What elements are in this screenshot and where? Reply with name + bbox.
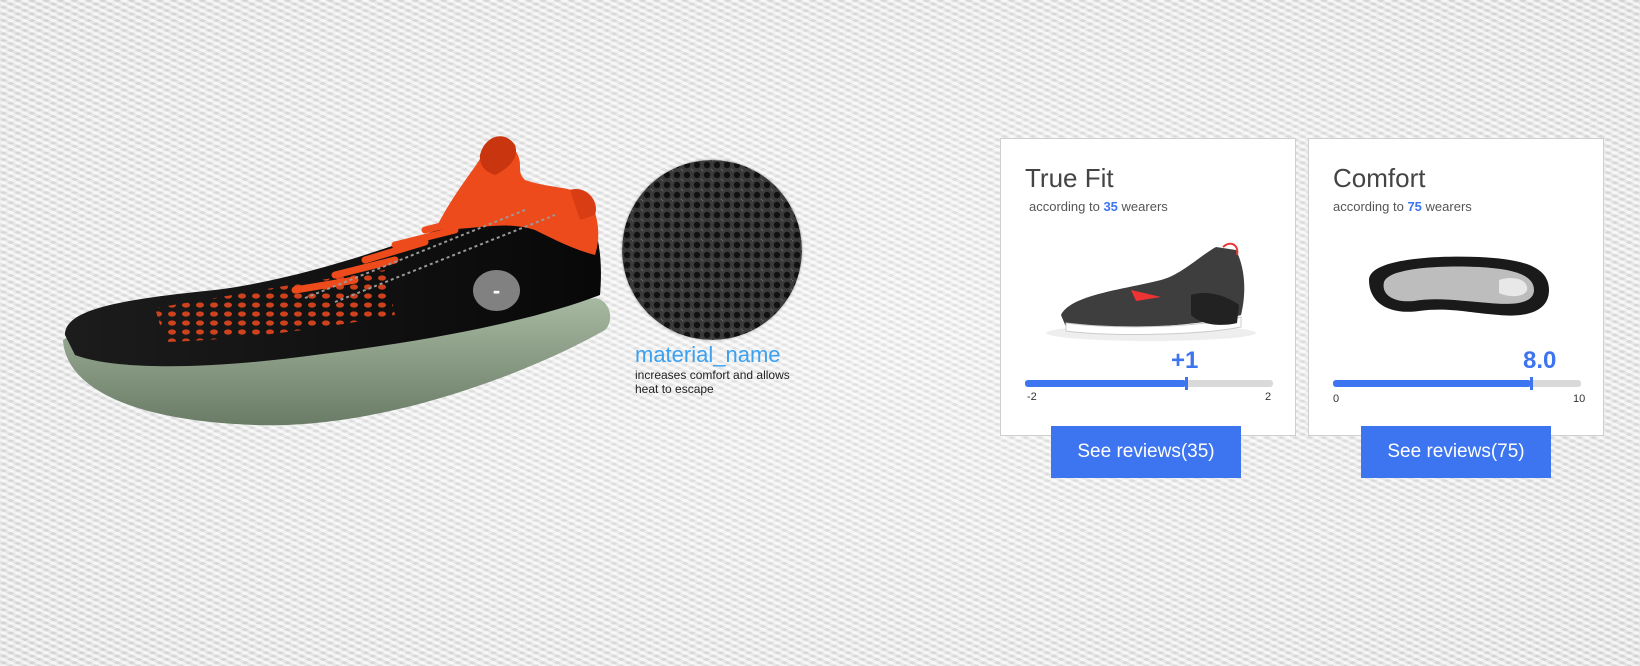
true-fit-card: True Fit according to 35 wearers +1 -2 2: [1000, 138, 1296, 436]
material-swatch: [622, 160, 802, 340]
side-view-sneaker-image: [1046, 242, 1256, 341]
material-description: increases comfort and allows heat to esc…: [635, 368, 790, 396]
slider-thumb: [1530, 377, 1534, 390]
card-subtitle: according to 35 wearers: [1029, 199, 1168, 214]
slider-max-label: 2: [1265, 391, 1272, 403]
comfort-slider: [1333, 377, 1581, 390]
see-reviews-comfort-button[interactable]: See reviews(75): [1361, 426, 1551, 478]
card-title: Comfort: [1333, 163, 1426, 193]
slider-fill: [1025, 380, 1187, 387]
material-name-link[interactable]: material_name: [635, 342, 781, 368]
slider-thumb: [1185, 377, 1189, 390]
slider-min-label: 0: [1333, 393, 1340, 405]
true-fit-score: +1: [1171, 347, 1199, 374]
slider-max-label: 10: [1573, 393, 1586, 405]
card-title: True Fit: [1025, 163, 1114, 193]
wearer-count: 35: [1103, 199, 1118, 214]
sole-view-sneaker-image: [1369, 256, 1549, 316]
true-fit-slider: [1025, 377, 1273, 390]
slider-fill: [1333, 380, 1532, 387]
card-subtitle: according to 75 wearers: [1333, 199, 1472, 214]
see-reviews-true-fit-button[interactable]: See reviews(35): [1051, 426, 1241, 478]
material-hotspot-button[interactable]: -: [473, 270, 520, 311]
wearer-count: 75: [1407, 199, 1422, 214]
comfort-card: Comfort according to 75 wearers 8.0 0 10: [1308, 138, 1604, 436]
comfort-score: 8.0: [1523, 347, 1557, 374]
shoe-3d-model[interactable]: [55, 130, 635, 450]
slider-min-label: -2: [1027, 391, 1037, 403]
